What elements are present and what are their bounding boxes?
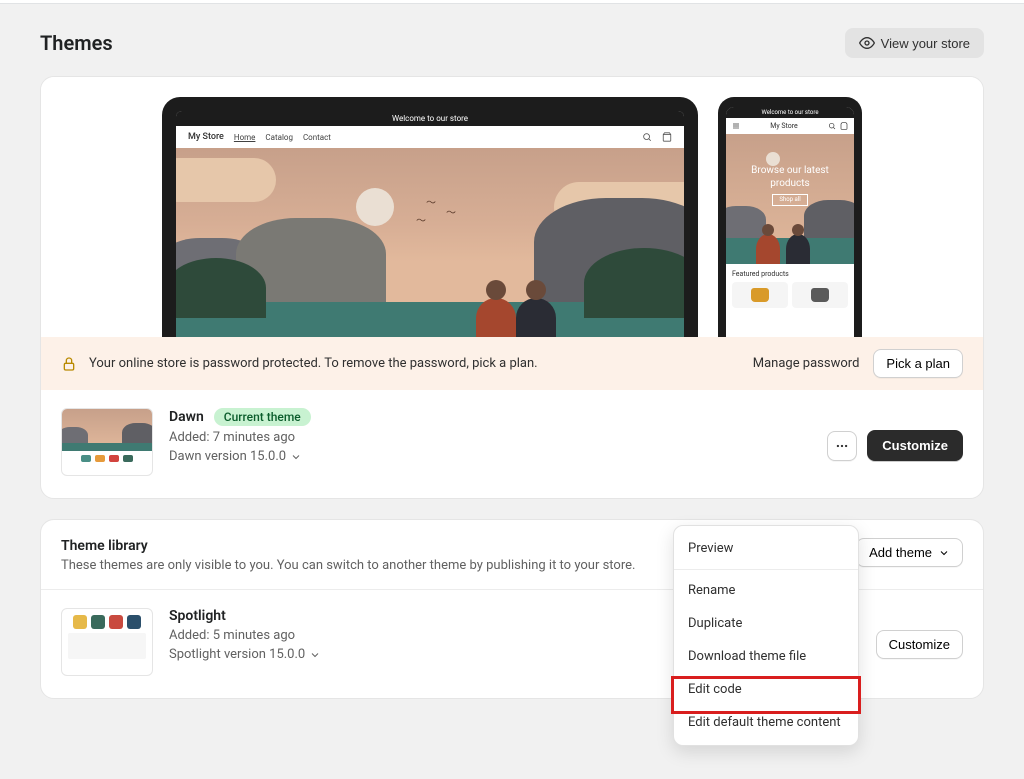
current-theme-badge: Current theme	[214, 408, 311, 426]
theme-more-button[interactable]	[827, 431, 857, 461]
search-icon	[642, 132, 652, 142]
store-name: My Store	[188, 132, 224, 142]
eye-icon	[859, 35, 875, 51]
m-tee-1	[751, 288, 769, 302]
announcement-bar: Welcome to our store	[176, 111, 684, 126]
manage-password-link[interactable]: Manage password	[753, 356, 860, 371]
nav-catalog: Catalog	[265, 133, 293, 142]
current-theme-row: Dawn Current theme Added: 7 minutes ago …	[41, 390, 983, 498]
menu-duplicate[interactable]: Duplicate	[674, 607, 858, 640]
m-announcement: Welcome to our store	[726, 107, 854, 118]
theme-name: Dawn	[169, 409, 204, 425]
hero-illustration: ～ ～ ～	[176, 148, 684, 337]
m-hero-line2: products	[726, 177, 854, 190]
m-shop-all: Shop all	[772, 194, 807, 206]
preview-mobile-frame: Welcome to our store My Store	[718, 97, 862, 337]
preview-desktop-screen: Welcome to our store My Store Home Catal…	[176, 111, 684, 337]
library-subtitle: These themes are only visible to you. Yo…	[61, 558, 635, 573]
lib-customize-button[interactable]: Customize	[876, 630, 963, 659]
m-store-name: My Store	[770, 122, 798, 130]
page-header: Themes View your store	[40, 4, 984, 76]
bag-icon	[662, 132, 672, 142]
dots-icon	[835, 439, 849, 453]
m-search-icon	[828, 122, 836, 130]
nav-home: Home	[234, 133, 256, 142]
page-title: Themes	[40, 31, 113, 55]
theme-thumbnail-spotlight	[61, 608, 153, 676]
theme-added: Added: 7 minutes ago	[169, 430, 811, 445]
theme-thumbnail-dawn	[61, 408, 153, 476]
view-store-label: View your store	[881, 36, 970, 51]
current-theme-card: Welcome to our store My Store Home Catal…	[40, 76, 984, 499]
pick-plan-button[interactable]: Pick a plan	[873, 349, 963, 378]
menu-edit-code[interactable]: Edit code	[674, 673, 858, 706]
chevron-down-icon	[938, 547, 950, 559]
m-tee-2	[811, 288, 829, 302]
library-title: Theme library	[61, 538, 635, 554]
menu-download[interactable]: Download theme file	[674, 640, 858, 673]
theme-version[interactable]: Dawn version 15.0.0	[169, 449, 302, 464]
password-banner: Your online store is password protected.…	[41, 337, 983, 390]
lib-theme-version[interactable]: Spotlight version 15.0.0	[169, 647, 321, 662]
store-header: My Store Home Catalog Contact	[176, 126, 684, 148]
nav-contact: Contact	[303, 133, 331, 142]
m-hero: Browse our latest products Shop all	[726, 134, 854, 264]
menu-edit-default[interactable]: Edit default theme content	[674, 706, 858, 739]
preview-area: Welcome to our store My Store Home Catal…	[41, 77, 983, 337]
m-hero-line1: Browse our latest	[726, 164, 854, 177]
thumb-swatches	[62, 451, 152, 466]
menu-rename[interactable]: Rename	[674, 574, 858, 607]
view-store-button[interactable]: View your store	[845, 28, 984, 58]
preview-desktop-frame: Welcome to our store My Store Home Catal…	[162, 97, 698, 337]
m-bag-icon	[840, 122, 848, 130]
menu-preview[interactable]: Preview	[674, 532, 858, 565]
m-featured-label: Featured products	[726, 264, 854, 282]
chevron-down-icon	[290, 451, 302, 463]
theme-actions-menu: Preview Rename Duplicate Download theme …	[673, 525, 859, 746]
menu-icon	[732, 122, 740, 130]
customize-button[interactable]: Customize	[867, 430, 963, 461]
m-store-header: My Store	[726, 118, 854, 134]
lock-icon	[61, 356, 77, 372]
chevron-down-icon	[309, 649, 321, 661]
password-text: Your online store is password protected.…	[89, 356, 538, 371]
preview-mobile-screen: Welcome to our store My Store	[726, 107, 854, 337]
add-theme-button[interactable]: Add theme	[856, 538, 963, 567]
m-products	[726, 282, 854, 308]
